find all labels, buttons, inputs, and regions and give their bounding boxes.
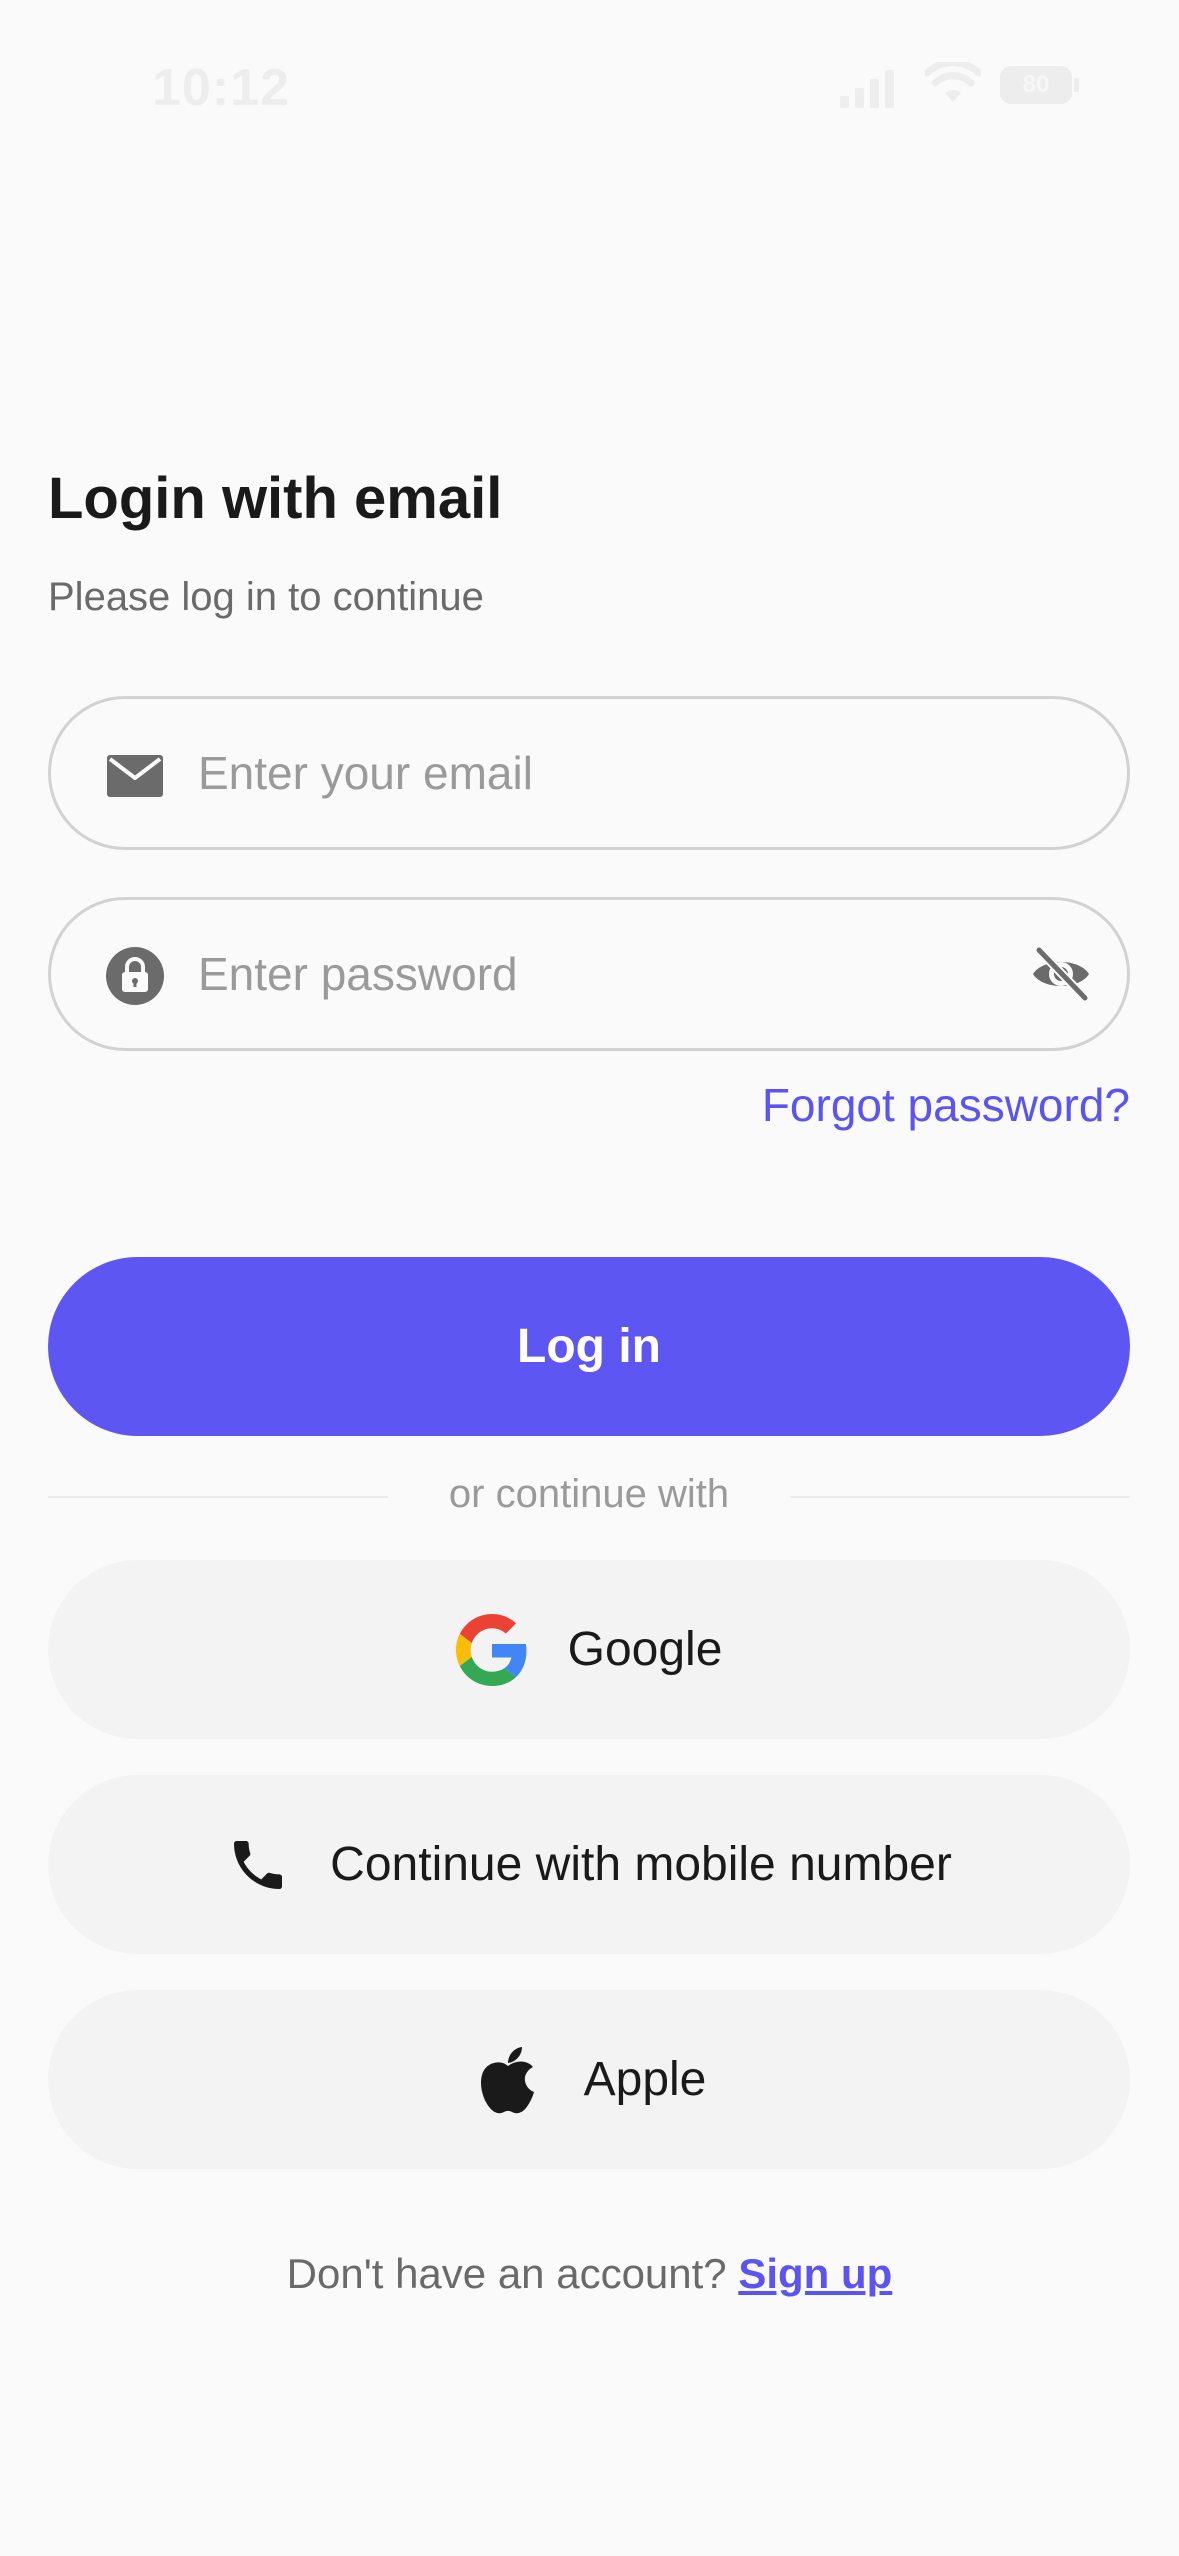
apple-login-button[interactable]: Apple: [48, 1990, 1130, 2169]
divider-line-right: [790, 1496, 1130, 1498]
divider-text: or continue with: [448, 1472, 730, 1516]
password-field[interactable]: [48, 897, 1130, 1051]
password-input[interactable]: [198, 900, 998, 1048]
page-subtitle: Please log in to continue: [48, 575, 484, 619]
page-title: Login with email: [48, 466, 503, 531]
phone-icon: [234, 1840, 283, 1889]
google-login-label: Google: [567, 1623, 723, 1676]
divider-line-left: [48, 1496, 388, 1498]
signup-prompt: Don't have an account?: [286, 2250, 727, 2297]
lock-icon: [106, 947, 164, 1005]
wifi-icon: [925, 62, 981, 102]
forgot-password-link[interactable]: Forgot password?: [762, 1078, 1130, 1132]
battery-level: 80: [1022, 71, 1050, 98]
google-login-button[interactable]: Google: [48, 1560, 1130, 1739]
email-input[interactable]: [198, 699, 998, 847]
signup-link[interactable]: Sign up: [738, 2250, 892, 2297]
signup-row: Don't have an account? Sign up: [0, 2250, 1179, 2298]
email-field[interactable]: [48, 696, 1130, 850]
battery-icon: 80: [1000, 66, 1072, 104]
battery-cap: [1074, 78, 1079, 92]
cellular-signal-icon: [840, 62, 900, 108]
status-bar: 10:12 80: [0, 0, 1179, 170]
mobile-login-button[interactable]: Continue with mobile number: [48, 1775, 1130, 1954]
eye-off-icon[interactable]: [1029, 942, 1093, 1006]
login-screen: 10:12 80 Login with email Please log in …: [0, 0, 1179, 2556]
apple-icon: [480, 2046, 534, 2113]
mobile-login-label: Continue with mobile number: [330, 1838, 952, 1891]
login-button[interactable]: Log in: [48, 1257, 1130, 1436]
envelope-icon: [107, 755, 163, 797]
google-icon: [455, 1613, 527, 1686]
status-time: 10:12: [152, 59, 290, 117]
apple-login-label: Apple: [583, 2053, 707, 2106]
